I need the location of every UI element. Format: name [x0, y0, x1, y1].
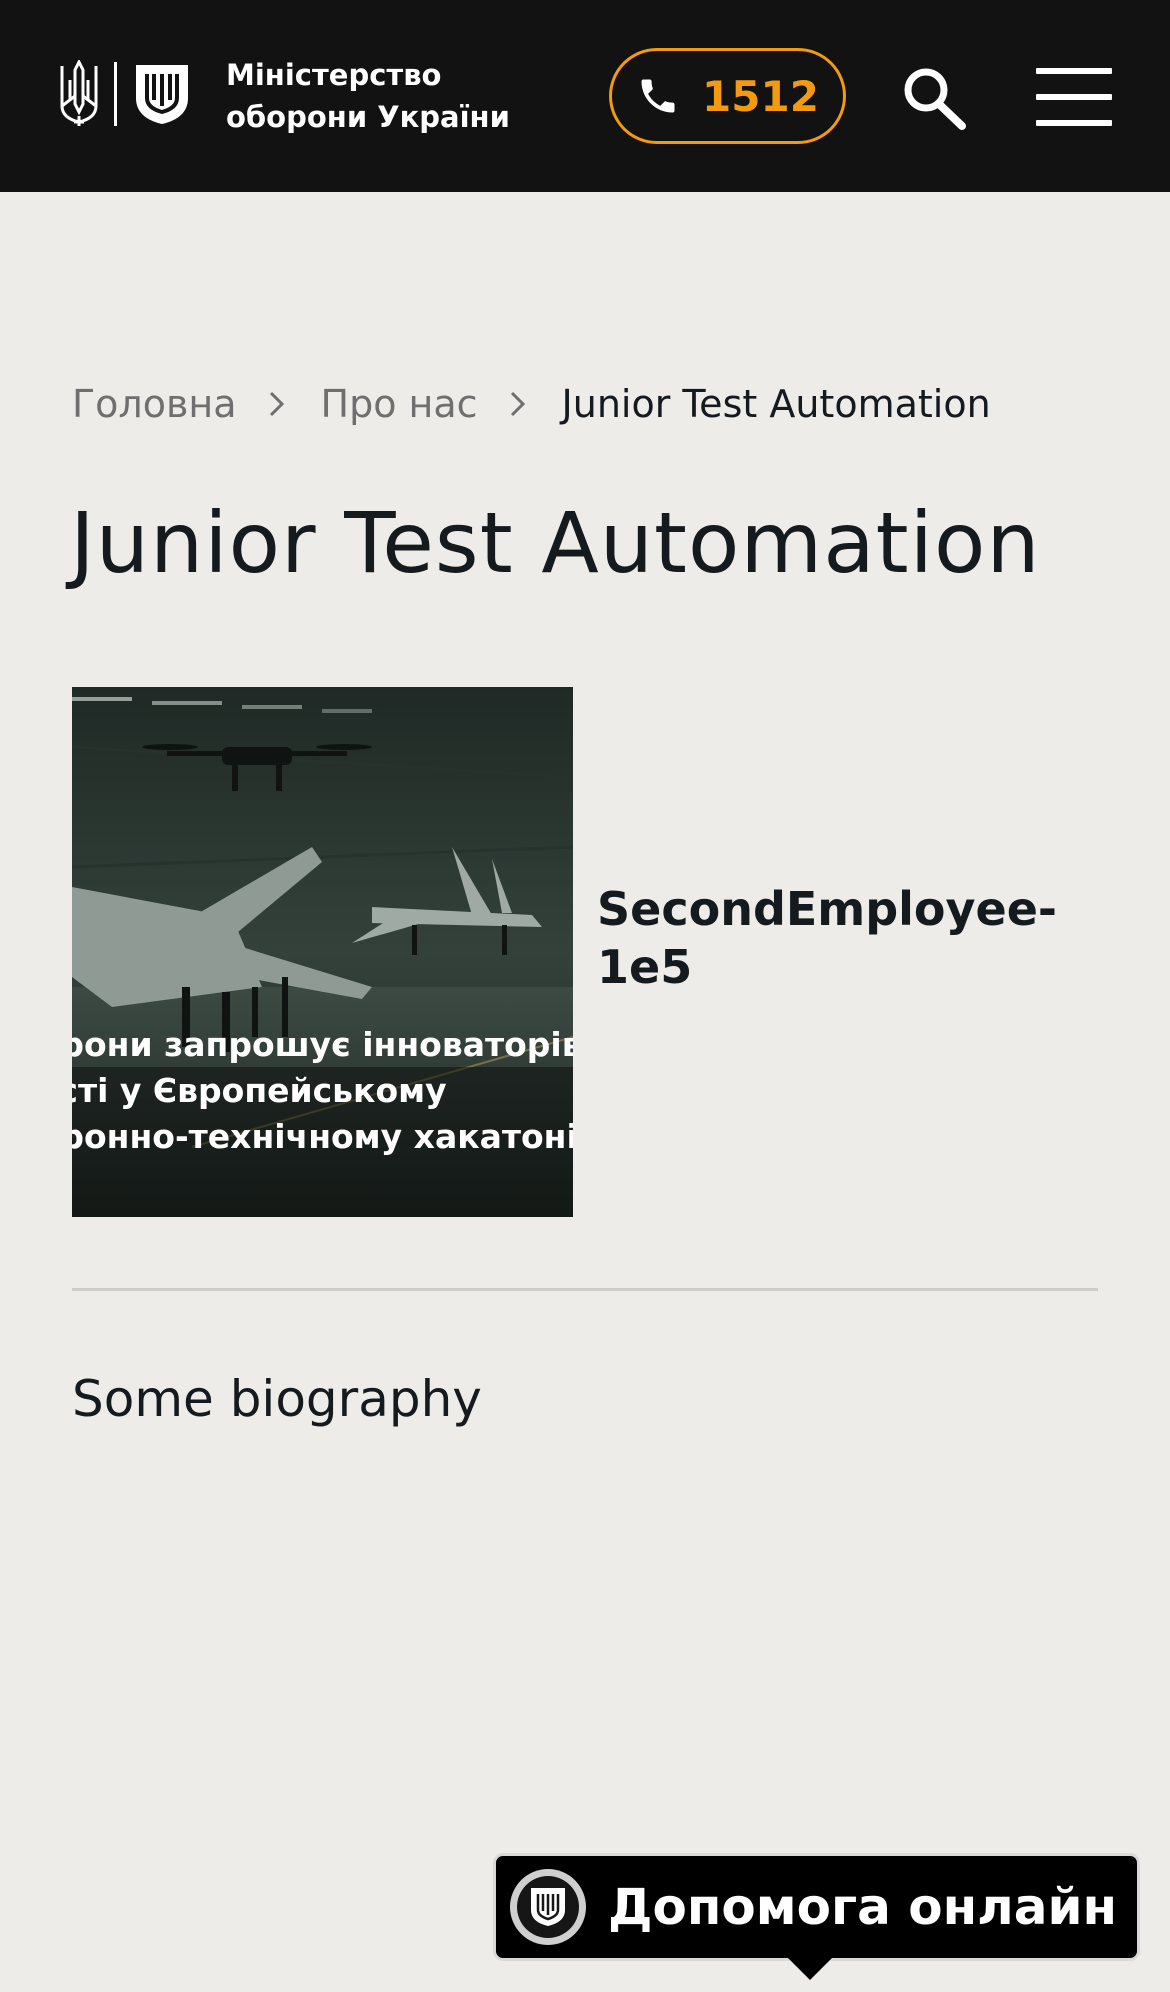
employee-photo: оборони запрошує інноваторів участі у Єв… — [72, 687, 573, 1217]
logo-divider — [114, 62, 117, 126]
employee-biography: Some biography — [72, 1370, 482, 1428]
menu-icon-line — [1036, 94, 1112, 100]
breadcrumb-home[interactable]: Головна — [72, 382, 237, 426]
shield-icon — [136, 65, 188, 124]
phone-icon — [641, 79, 675, 113]
section-divider — [72, 1288, 1098, 1291]
search-button[interactable] — [900, 66, 970, 130]
breadcrumb-about[interactable]: Про нас — [321, 382, 478, 426]
chevron-right-icon — [269, 391, 284, 417]
help-avatar — [510, 1869, 586, 1945]
menu-icon-line — [1036, 120, 1112, 126]
photo-caption-line: оборонно-технічному хакатоні — [72, 1117, 573, 1156]
photo-caption-line: оборони запрошує інноваторів — [72, 1025, 573, 1064]
help-bubble-tail — [786, 1956, 834, 1980]
hotline-button[interactable]: 1512 — [609, 48, 846, 144]
ministry-name-line1: Міністерство — [226, 58, 442, 92]
hotline-number: 1512 — [702, 71, 819, 121]
chevron-right-icon — [510, 391, 525, 417]
help-online-button[interactable]: Допомога онлайн — [493, 1853, 1140, 1980]
photo-caption-line: участі у Європейському — [72, 1071, 447, 1110]
breadcrumb: Головна Про нас Junior Test Automation — [72, 382, 991, 426]
photo-caption: оборони запрошує інноваторів участі у Єв… — [72, 1022, 573, 1160]
employee-name: SecondEmployee-1e5 — [597, 882, 1057, 994]
breadcrumb-current: Junior Test Automation — [561, 382, 991, 426]
search-icon — [904, 68, 966, 130]
trident-icon — [60, 60, 98, 126]
menu-icon — [1036, 68, 1112, 74]
ministry-name-line2: оборони України — [226, 100, 510, 134]
page-title: Junior Test Automation — [70, 494, 1041, 592]
menu-button[interactable] — [1036, 68, 1112, 126]
help-online-label: Допомога онлайн — [608, 1878, 1118, 1936]
page: Міністерство оборони України 1512 Головн… — [0, 0, 1170, 1992]
shield-icon — [531, 1888, 565, 1926]
site-header: Міністерство оборони України 1512 — [0, 0, 1170, 192]
ministry-name[interactable]: Міністерство оборони України — [226, 54, 510, 138]
ministry-logo[interactable] — [58, 60, 191, 128]
